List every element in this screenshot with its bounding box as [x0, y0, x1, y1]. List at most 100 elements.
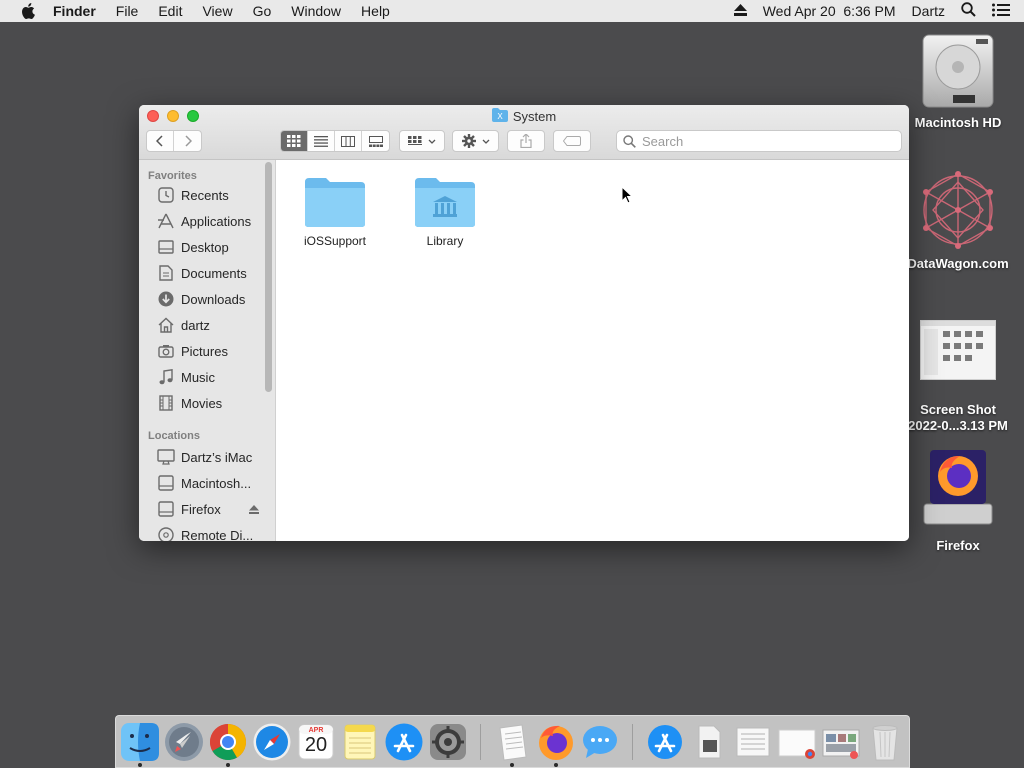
- dock-finder-icon[interactable]: [120, 722, 160, 762]
- desktop-icon-label-line2: 2022-0...3.13 PM: [908, 418, 1008, 433]
- dock-firefox-icon[interactable]: [536, 722, 576, 762]
- menu-datetime[interactable]: Wed Apr 20 6:36 PM: [763, 3, 896, 19]
- dock-calendar-icon[interactable]: APR 20: [296, 722, 336, 762]
- running-indicator: [510, 763, 514, 767]
- sidebar-item-macintosh[interactable]: Macintosh...: [139, 470, 275, 496]
- mouse-cursor-icon: [621, 185, 634, 209]
- sidebar-item-pictures[interactable]: Pictures: [139, 338, 275, 364]
- grid-icon: [287, 135, 301, 147]
- sidebar-item-label: Desktop: [181, 239, 229, 255]
- menu-file[interactable]: File: [116, 3, 139, 19]
- desktop-icon-screenshot[interactable]: Screen Shot 2022-0...3.13 PM: [898, 320, 1018, 434]
- music-note-icon: [157, 368, 175, 386]
- sidebar-scrollbar[interactable]: [265, 162, 272, 392]
- folder-item-iossupport[interactable]: iOSSupport: [285, 176, 385, 248]
- dock-separator: [480, 724, 481, 760]
- tags-button[interactable]: [553, 130, 591, 152]
- menu-window[interactable]: Window: [291, 3, 341, 19]
- dock-preview-icon[interactable]: [689, 722, 729, 762]
- dock-chrome-icon[interactable]: [208, 722, 248, 762]
- group-by-button[interactable]: [399, 130, 445, 152]
- sidebar-item-label: Macintosh...: [181, 475, 252, 491]
- sidebar-item-recents[interactable]: Recents: [139, 182, 275, 208]
- dock-textedit-icon[interactable]: [492, 722, 532, 762]
- search-input[interactable]: [642, 133, 842, 149]
- file-browser-content: iOSSupport Library: [276, 160, 909, 541]
- dock-screenshot-icon[interactable]: [777, 722, 817, 762]
- sidebar-item-label: Downloads: [181, 291, 246, 307]
- share-icon: [520, 134, 532, 148]
- desktop-icon-datawagon[interactable]: DataWagon.com: [898, 170, 1018, 272]
- dock-launchpad-icon[interactable]: [164, 722, 204, 762]
- sidebar-item-applications[interactable]: Applications: [139, 208, 275, 234]
- window-toolbar: X System: [139, 105, 909, 160]
- sidebar-item-remote-disc[interactable]: Remote Di...: [139, 522, 275, 541]
- column-view-button[interactable]: [335, 131, 362, 151]
- notification-center-icon[interactable]: [992, 3, 1010, 20]
- eject-icon[interactable]: [249, 502, 259, 517]
- sidebar-item-movies[interactable]: Movies: [139, 390, 275, 416]
- drive-icon: [157, 500, 175, 518]
- sidebar-item-label: Pictures: [181, 343, 228, 359]
- menu-edit[interactable]: Edit: [158, 3, 182, 19]
- folder-item-library[interactable]: Library: [395, 176, 495, 248]
- clock-icon: [157, 186, 175, 204]
- menu-go[interactable]: Go: [253, 3, 272, 19]
- dock-screenshots-icon[interactable]: [821, 722, 861, 762]
- dock-safari-icon[interactable]: [252, 722, 292, 762]
- list-view-button[interactable]: [308, 131, 335, 151]
- dock-notes-icon[interactable]: [340, 722, 380, 762]
- dock-messages-icon[interactable]: [580, 722, 620, 762]
- drive-icon: [157, 474, 175, 492]
- menu-app-name[interactable]: Finder: [53, 3, 96, 19]
- dock-trash-icon[interactable]: [865, 722, 905, 762]
- gear-icon: [461, 134, 476, 148]
- svg-text:X: X: [497, 112, 503, 121]
- eject-menu-icon[interactable]: [733, 3, 747, 19]
- menu-view[interactable]: View: [202, 3, 232, 19]
- dock-app-store-icon[interactable]: [384, 722, 424, 762]
- calendar-day: 20: [304, 734, 328, 756]
- datawagon-icon: [917, 170, 999, 250]
- dock-app-store-downloads-icon[interactable]: [645, 722, 685, 762]
- gallery-view-button[interactable]: [362, 131, 389, 151]
- apple-menu-icon[interactable]: [17, 0, 39, 22]
- sidebar-item-label: dartz: [181, 317, 210, 333]
- desktop-icon: [157, 238, 175, 256]
- dock-system-preferences-icon[interactable]: [428, 722, 468, 762]
- menu-user[interactable]: Dartz: [912, 3, 945, 19]
- dock-separator: [632, 724, 633, 760]
- folder-label: iOSSupport: [303, 234, 367, 248]
- action-menu-button[interactable]: [452, 130, 499, 152]
- search-icon: [623, 134, 636, 148]
- desktop-icon-firefox[interactable]: Firefox: [898, 448, 1018, 554]
- sidebar-item-label: Music: [181, 369, 215, 385]
- share-button[interactable]: [507, 130, 545, 152]
- chevron-down-icon: [482, 139, 489, 144]
- group-grid-icon: [408, 135, 422, 145]
- dock-documents-icon[interactable]: [733, 722, 773, 762]
- forward-button[interactable]: [174, 131, 201, 151]
- menu-help[interactable]: Help: [361, 3, 390, 19]
- sidebar-item-home[interactable]: dartz: [139, 312, 275, 338]
- sidebar-section-locations: Locations: [148, 430, 200, 442]
- running-indicator: [226, 763, 230, 767]
- sidebar-item-downloads[interactable]: Downloads: [139, 286, 275, 312]
- sidebar-item-firefox[interactable]: Firefox: [139, 496, 275, 522]
- back-button[interactable]: [147, 131, 174, 151]
- chevron-right-icon: [184, 135, 192, 147]
- sidebar-item-music[interactable]: Music: [139, 364, 275, 390]
- desktop-icon-macintosh-hd[interactable]: Macintosh HD: [898, 33, 1018, 131]
- nav-buttons: [146, 130, 202, 152]
- sidebar-item-documents[interactable]: Documents: [139, 260, 275, 286]
- sidebar: Favorites Recents Applications Desktop D…: [139, 160, 276, 541]
- icon-view-button[interactable]: [281, 131, 308, 151]
- system-folder-icon: X: [491, 108, 508, 125]
- sidebar-item-label: Movies: [181, 395, 223, 411]
- sidebar-item-label: Dartz’s iMac: [181, 449, 253, 465]
- sidebar-item-imac[interactable]: Dartz’s iMac: [139, 444, 275, 470]
- spotlight-search-icon[interactable]: [961, 2, 976, 20]
- sidebar-item-desktop[interactable]: Desktop: [139, 234, 275, 260]
- hard-drive-icon: [921, 33, 995, 109]
- search-field[interactable]: [616, 130, 902, 152]
